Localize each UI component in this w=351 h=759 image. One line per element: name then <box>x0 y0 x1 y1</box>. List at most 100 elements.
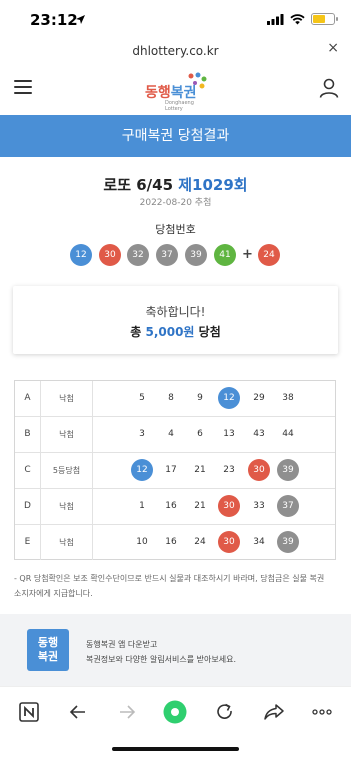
ticket-number: 38 <box>282 393 294 403</box>
ticket-number-matched: 37 <box>277 495 299 517</box>
menu-icon[interactable] <box>14 80 32 94</box>
winning-numbers-label: 당첨번호 <box>155 223 196 236</box>
ticket-result: 낙첨 <box>41 525 93 560</box>
ticket-number: 6 <box>197 429 203 439</box>
status-bar: 23:12 <box>0 0 351 40</box>
winning-ball: 12 <box>70 244 92 266</box>
app-logo-line: 복권 <box>37 650 59 663</box>
ticket-number: 43 <box>253 429 265 439</box>
app-logo: 동행 복권 <box>27 629 69 671</box>
ticket-game-label: A <box>15 381 41 416</box>
app-promo-banner[interactable]: 동행 복권 동행복권 앱 다운받고 복권정보와 다양한 알림서비스를 받아보세요… <box>0 614 351 686</box>
notice-line: 소지자에게 지급합니다. <box>14 589 93 598</box>
winning-ball: 30 <box>99 244 121 266</box>
ticket-number: 8 <box>168 393 174 403</box>
browser-toolbar <box>0 686 351 736</box>
ticket-number: 29 <box>253 393 265 403</box>
ticket-number: 9 <box>197 393 203 403</box>
ticket-number: 24 <box>194 537 206 547</box>
draw-date: 2022-08-20 추첨 <box>139 198 212 208</box>
prize-suffix: 당첨 <box>198 325 221 339</box>
ticket-result: 낙첨 <box>41 489 93 524</box>
prize-value: 5,000원 <box>145 325 195 339</box>
ticket-number: 33 <box>253 501 265 511</box>
ticket-number: 17 <box>165 465 177 475</box>
ticket-number-matched: 12 <box>218 387 240 409</box>
game-name: 로또 6/45 <box>103 176 174 194</box>
winning-ball: 41 <box>214 244 236 266</box>
page-title: 구매복권 당첨결과 <box>0 115 351 157</box>
ticket-row: D 낙첨 1 16 21 30 33 37 <box>15 489 335 525</box>
signal-icon <box>267 13 284 25</box>
status-time: 23:12 <box>30 11 78 29</box>
address-bar[interactable]: dhlottery.co.kr × <box>0 40 351 62</box>
winning-ball: 37 <box>156 244 178 266</box>
winning-numbers: 12 30 32 37 39 41 + 24 <box>0 244 351 268</box>
prize-prefix: 총 <box>130 325 142 339</box>
prize-amount: 총 5,000원 당첨 <box>13 323 338 340</box>
logo-text: 동행복권 <box>145 82 197 102</box>
ticket-results-table: A 낙첨 5 8 9 12 29 38 B 낙첨 3 4 6 13 43 44 C 5등당첨 12 17 21 23 30 3… <box>14 380 336 560</box>
forward-icon[interactable] <box>115 700 139 724</box>
url-text: dhlottery.co.kr <box>132 44 219 58</box>
site-logo[interactable]: 동행복권 Donghaeng Lottery <box>145 72 209 112</box>
user-icon[interactable] <box>319 78 339 98</box>
ticket-number-matched: 30 <box>218 495 240 517</box>
prize-result-card: 축하합니다! 총 5,000원 당첨 <box>13 286 338 354</box>
ticket-result: 5등당첨 <box>41 453 93 488</box>
ticket-game-label: E <box>15 525 41 560</box>
app-logo-line: 동행 <box>37 636 59 649</box>
ticket-number: 21 <box>194 465 206 475</box>
ticket-number: 1 <box>139 501 145 511</box>
home-icon[interactable] <box>163 700 187 724</box>
ticket-game-label: B <box>15 417 41 452</box>
bonus-plus: + <box>242 247 253 262</box>
ticket-number: 21 <box>194 501 206 511</box>
ticket-number-matched: 39 <box>277 459 299 481</box>
more-icon[interactable] <box>310 700 334 724</box>
back-icon[interactable] <box>66 700 90 724</box>
reload-icon[interactable] <box>213 700 237 724</box>
winning-ball: 32 <box>127 244 149 266</box>
logo-text-part1: 동행 <box>145 85 171 101</box>
ticket-number: 3 <box>139 429 145 439</box>
ticket-row: B 낙첨 3 4 6 13 43 44 <box>15 417 335 453</box>
draw-title: 로또 6/45 제1029회 <box>0 174 351 195</box>
ticket-number: 16 <box>165 501 177 511</box>
qr-notice: - QR 당첨확인은 보조 확인수단이므로 반드시 실물과 대조하시기 바라며,… <box>14 571 336 601</box>
ticket-number-matched: 30 <box>218 531 240 553</box>
ticket-number: 13 <box>223 429 235 439</box>
congrats-text: 축하합니다! <box>145 305 206 319</box>
ticket-number-matched: 12 <box>131 459 153 481</box>
logo-subtitle: Donghaeng Lottery <box>165 100 194 112</box>
ticket-number: 44 <box>282 429 294 439</box>
ticket-game-label: D <box>15 489 41 524</box>
status-icons <box>267 13 338 25</box>
ticket-number-matched: 39 <box>277 531 299 553</box>
ticket-number: 16 <box>165 537 177 547</box>
ticket-row: A 낙첨 5 8 9 12 29 38 <box>15 381 335 417</box>
ticket-row: C 5등당첨 12 17 21 23 30 39 <box>15 453 335 489</box>
winning-ball: 39 <box>185 244 207 266</box>
ticket-number: 10 <box>136 537 148 547</box>
ticket-number: 34 <box>253 537 265 547</box>
navigation-arrow-icon <box>76 15 85 24</box>
site-header: 동행복권 Donghaeng Lottery <box>0 62 351 114</box>
promo-line: 동행복권 앱 다운받고 <box>86 640 158 649</box>
share-icon[interactable] <box>262 700 286 724</box>
ticket-result: 낙첨 <box>41 417 93 452</box>
ticket-game-label: C <box>15 453 41 488</box>
bonus-ball: 24 <box>258 244 280 266</box>
battery-icon <box>311 13 338 25</box>
home-indicator <box>112 747 239 751</box>
ticket-number-matched: 30 <box>248 459 270 481</box>
ticket-result: 낙첨 <box>41 381 93 416</box>
promo-line: 복권정보와 다양한 알림서비스를 받아보세요. <box>86 655 237 664</box>
ticket-number: 5 <box>139 393 145 403</box>
ticket-row: E 낙첨 10 16 24 30 34 39 <box>15 525 335 561</box>
n-app-icon[interactable] <box>17 700 41 724</box>
ticket-number: 23 <box>223 465 235 475</box>
logo-text-part2: 복권 <box>170 85 197 101</box>
close-icon[interactable]: × <box>327 40 339 56</box>
draw-round: 제1029회 <box>178 176 248 194</box>
